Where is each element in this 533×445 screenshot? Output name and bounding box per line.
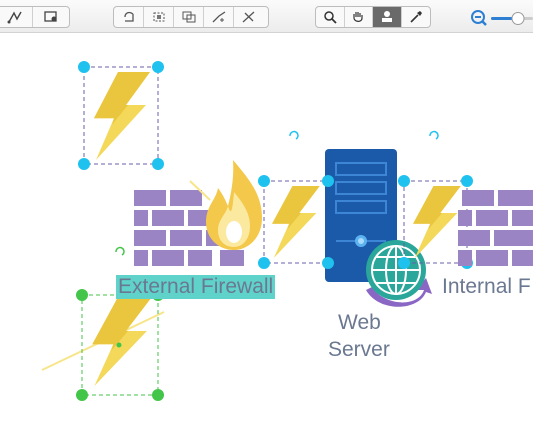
lightning-bolt-middle[interactable] (258, 175, 329, 269)
crop-icon[interactable] (144, 7, 174, 27)
zoom-search-icon[interactable] (316, 7, 345, 27)
insert-container-icon[interactable] (33, 7, 69, 27)
lightning-bolt-selected[interactable] (78, 61, 164, 170)
internal-firewall-label[interactable]: Internal F (442, 275, 531, 299)
diagram-canvas[interactable]: External Firewall Internal F Web Server (0, 33, 533, 445)
lightning-bolt-green-selected[interactable] (76, 289, 164, 401)
zoom-slider[interactable] (491, 12, 533, 25)
eyedropper-icon[interactable] (402, 7, 430, 27)
smart-connect-icon[interactable] (234, 7, 264, 27)
connector-tool-icon[interactable] (0, 7, 34, 27)
flame-icon (206, 160, 262, 250)
format-painter-icon[interactable] (373, 7, 402, 27)
connector-tools-group (113, 6, 269, 28)
diagram-svg (41, 61, 533, 401)
zoom-control (470, 7, 533, 29)
firewall-internal-icon[interactable] (458, 190, 533, 266)
hand-pan-icon[interactable] (345, 7, 373, 27)
web-server-label-line1[interactable]: Web (338, 311, 381, 335)
external-firewall-label[interactable]: External Firewall (116, 275, 276, 299)
toolbar (0, 0, 533, 33)
zoom-out-icon[interactable] (471, 10, 487, 26)
draw-tools-group (0, 6, 70, 28)
rotate-icon[interactable] (114, 7, 144, 27)
web-server-label-line2[interactable]: Server (328, 338, 390, 362)
group-icon[interactable] (174, 7, 204, 27)
bezier-icon[interactable] (204, 7, 234, 27)
view-tools-group (315, 6, 431, 28)
